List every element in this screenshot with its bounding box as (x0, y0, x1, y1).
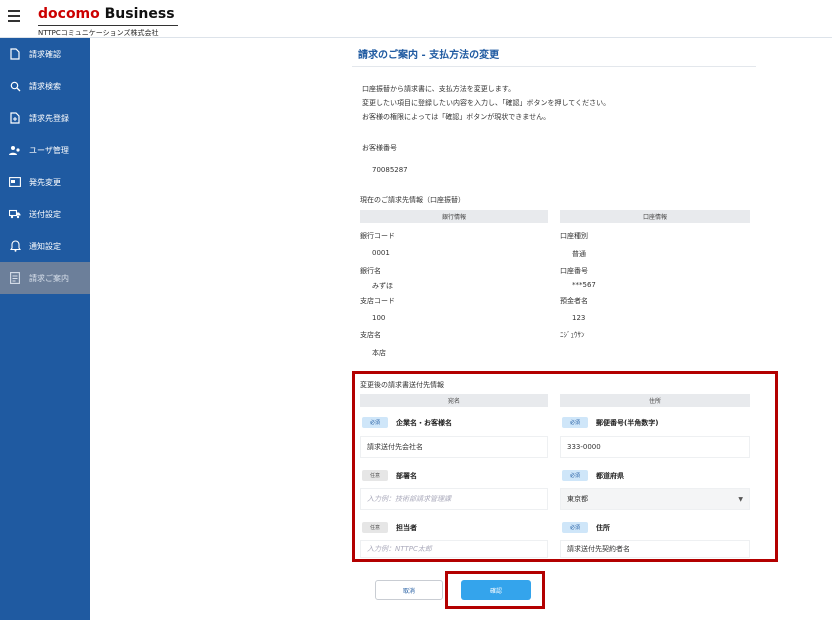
users-icon (9, 144, 21, 156)
current-section-label: 現在のご請求先情報（口座振替） (360, 196, 465, 204)
logo-subtitle: NTTPCコミュニケーションズ株式会社 (38, 25, 178, 38)
card-icon (9, 176, 21, 188)
addressee-header: 宛名 (360, 394, 548, 407)
postal-input[interactable]: 333-0000 (560, 436, 750, 458)
sidebar-item-billing-register[interactable]: 請求先登録 (0, 102, 90, 134)
customer-no-value: 70085287 (372, 166, 408, 174)
sidebar: 請求確認 請求検索 請求先登録 ユーザ管理 発先変更 送付設定 通知設定 請求ご… (0, 38, 90, 620)
prefecture-value: 東京都 (567, 495, 588, 503)
sidebar-item-billing-check[interactable]: 請求確認 (0, 38, 90, 70)
person-input[interactable]: 入力例：NTTPC太郎 (360, 540, 548, 558)
required-badge: 必須 (562, 522, 588, 533)
optional-badge: 任意 (362, 470, 388, 481)
sidebar-item-billing-search[interactable]: 請求検索 (0, 70, 90, 102)
truck-icon (9, 208, 21, 220)
customer-no-label: お客様番号 (362, 144, 397, 152)
person-label: 担当者 (396, 524, 417, 532)
chevron-down-icon: ▼ (738, 496, 743, 503)
address-label: 住所 (596, 524, 610, 532)
top-bar: docomo Business NTTPCコミュニケーションズ株式会社 (0, 0, 832, 38)
logo-docomo: docomo (38, 6, 100, 22)
account-type-label: 口座種別 (560, 232, 588, 240)
sidebar-item-billing-guide[interactable]: 請求ご案内 (0, 262, 90, 294)
list-icon (9, 272, 21, 284)
bank-info-header: 銀行情報 (360, 210, 548, 223)
holder-label: 預金者名 (560, 297, 588, 305)
bank-name-label: 銀行名 (360, 267, 381, 275)
intro-text: 口座振替から請求書に、支払方法を変更します。 変更したい項目に登録したい内容を入… (362, 85, 611, 121)
prefecture-label: 都道府県 (596, 472, 624, 480)
account-type-value: 普通 (572, 250, 586, 258)
sidebar-item-delivery-settings[interactable]: 送付設定 (0, 198, 90, 230)
document-icon (9, 48, 21, 60)
bank-code-value: 0001 (372, 249, 390, 257)
logo-business: Business (104, 6, 175, 22)
account-info-header: 口座情報 (560, 210, 750, 223)
dept-input[interactable]: 入力例：技術部請求管理課 (360, 488, 548, 510)
branch-code-label: 支店コード (360, 297, 395, 305)
sidebar-item-user-management[interactable]: ユーザ管理 (0, 134, 90, 166)
bell-icon (9, 240, 21, 252)
branch-name-label: 支店名 (360, 331, 381, 339)
title-divider (352, 66, 756, 67)
dept-label: 部署名 (396, 472, 417, 480)
address-input[interactable]: 請求送付先契約者名 (560, 540, 750, 558)
bank-code-label: 銀行コード (360, 232, 395, 240)
bank-name-value: みずほ (372, 282, 393, 290)
sidebar-item-destination-change[interactable]: 発先変更 (0, 166, 90, 198)
branch-code-value: 100 (372, 314, 386, 322)
company-label: 企業名・お客様名 (396, 419, 452, 427)
account-no-label: 口座番号 (560, 267, 588, 275)
required-badge: 必須 (562, 470, 588, 481)
company-input[interactable]: 請求送付先会社名 (360, 436, 548, 458)
branch-name-value: 本店 (372, 349, 386, 357)
page-title: 請求のご案内 - 支払方法の変更 (358, 50, 500, 61)
new-section-label: 変更後の請求書送付先情報 (360, 381, 444, 389)
holder-kana-value: ﾆｼﾞｭｳｻﾝ (560, 331, 585, 339)
address-header: 住所 (560, 394, 750, 407)
logo: docomo Business NTTPCコミュニケーションズ株式会社 (38, 3, 178, 38)
search-icon (9, 80, 21, 92)
account-no-value: ***567 (572, 281, 596, 289)
prefecture-select[interactable]: 東京都 ▼ (560, 488, 750, 510)
required-badge: 必須 (362, 417, 388, 428)
confirm-button[interactable]: 確認 (461, 580, 531, 600)
optional-badge: 任意 (362, 522, 388, 533)
cancel-button[interactable]: 取消 (375, 580, 443, 600)
holder-value: 123 (572, 314, 586, 322)
postal-label: 郵便番号(半角数字) (596, 419, 659, 427)
sidebar-item-notification-settings[interactable]: 通知設定 (0, 230, 90, 262)
document-add-icon (9, 112, 21, 124)
required-badge: 必須 (562, 417, 588, 428)
menu-icon[interactable] (8, 10, 20, 22)
